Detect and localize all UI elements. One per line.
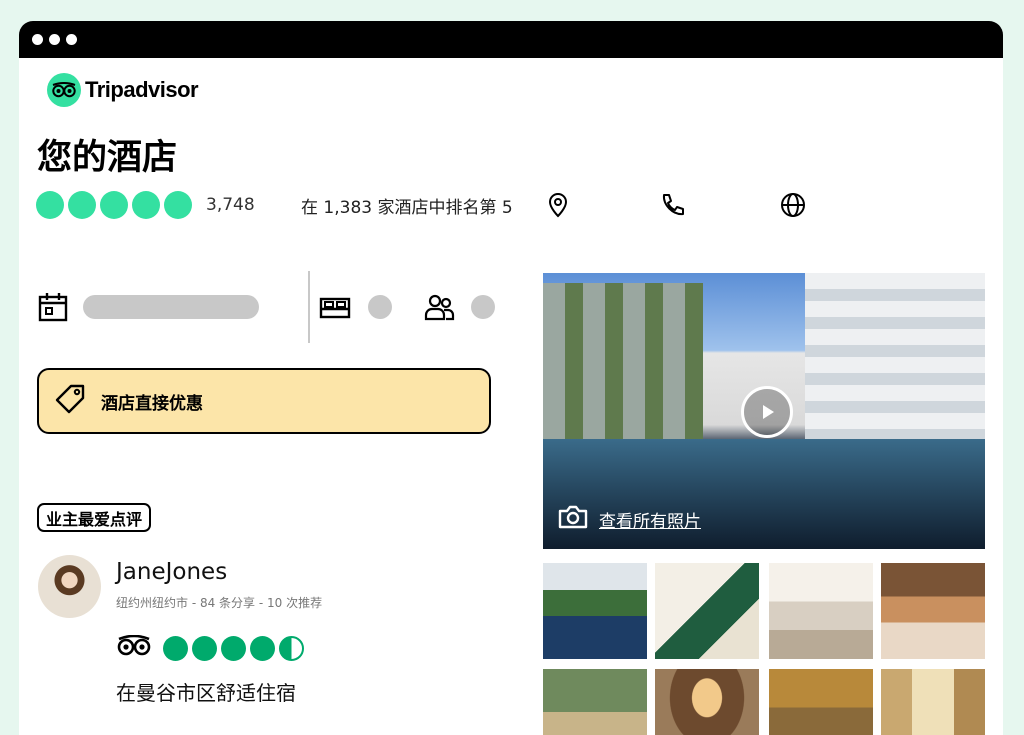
- photo-thumbnail[interactable]: [655, 563, 759, 659]
- rating-row: 3,748 在 1,383 家酒店中排名第 5: [36, 189, 836, 221]
- photo-thumbnail[interactable]: [769, 563, 873, 659]
- rating-bubble: [132, 191, 160, 219]
- deal-label: 酒店直接优惠: [101, 393, 203, 414]
- window-dot: [49, 34, 60, 45]
- tripadvisor-logo[interactable]: Tripadvisor: [47, 73, 199, 107]
- location-icon[interactable]: [544, 191, 572, 219]
- rating-bubble: [164, 191, 192, 219]
- phone-icon[interactable]: [658, 191, 686, 219]
- guests-field[interactable]: [471, 295, 495, 319]
- rating-bubble: [68, 191, 96, 219]
- view-all-photos-label: 查看所有照片: [599, 512, 701, 532]
- rating-bubble: [36, 191, 64, 219]
- photo-thumbnail[interactable]: [769, 669, 873, 735]
- guests-icon[interactable]: [423, 291, 457, 323]
- play-button[interactable]: [741, 386, 793, 438]
- photo-detail: [543, 283, 703, 453]
- logo-text: Tripadvisor: [85, 77, 199, 102]
- reviewer-name[interactable]: JaneJones: [116, 559, 227, 585]
- review-title[interactable]: 在曼谷市区舒适住宿: [116, 677, 296, 706]
- owl-icon: [117, 634, 151, 661]
- play-icon: [763, 405, 774, 419]
- photo-thumbnail[interactable]: [881, 669, 985, 735]
- hotel-rank: 在 1,383 家酒店中排名第 5: [301, 197, 513, 218]
- hotel-title: 您的酒店: [37, 138, 178, 178]
- owner-favorite-badge: 业主最爱点评: [37, 503, 152, 532]
- rooms-field[interactable]: [368, 295, 392, 319]
- photo-detail: [805, 273, 985, 463]
- calendar-icon[interactable]: [37, 291, 69, 323]
- browser-window: Tripadvisor 您的酒店 3,748 在 1,383 家酒店中排名第 5: [19, 21, 1003, 735]
- window-titlebar: [19, 21, 1003, 58]
- review-rating: [117, 634, 304, 661]
- review-bubble-half: [279, 635, 304, 661]
- camera-icon: [557, 504, 589, 535]
- hotel-deal-button[interactable]: 酒店直接优惠: [37, 368, 491, 434]
- window-dot: [66, 34, 77, 45]
- photo-thumbnail[interactable]: [655, 669, 759, 735]
- photo-thumbnail[interactable]: [881, 563, 985, 659]
- hero-photo[interactable]: 查看所有照片: [543, 273, 985, 549]
- date-field[interactable]: [83, 295, 259, 319]
- view-all-photos-link[interactable]: 查看所有照片: [557, 504, 701, 535]
- review-bubble: [192, 635, 217, 661]
- booking-search-bar: [37, 271, 507, 343]
- review-count[interactable]: 3,748: [206, 195, 255, 215]
- avatar[interactable]: [38, 555, 101, 618]
- reviewer-meta: 纽约州纽约市 - 84 条分享 - 10 次推荐: [116, 596, 323, 610]
- photo-thumbnail[interactable]: [543, 563, 647, 659]
- photo-thumbnail[interactable]: [543, 669, 647, 735]
- review-bubble: [250, 635, 275, 661]
- owl-icon: [47, 73, 81, 107]
- rating-bubble: [100, 191, 128, 219]
- review-bubble: [163, 635, 188, 661]
- window-dot: [32, 34, 43, 45]
- tag-icon: [53, 382, 87, 420]
- globe-icon[interactable]: [779, 191, 807, 219]
- bed-icon[interactable]: [318, 291, 352, 323]
- review-bubble: [221, 635, 246, 661]
- divider: [308, 271, 310, 343]
